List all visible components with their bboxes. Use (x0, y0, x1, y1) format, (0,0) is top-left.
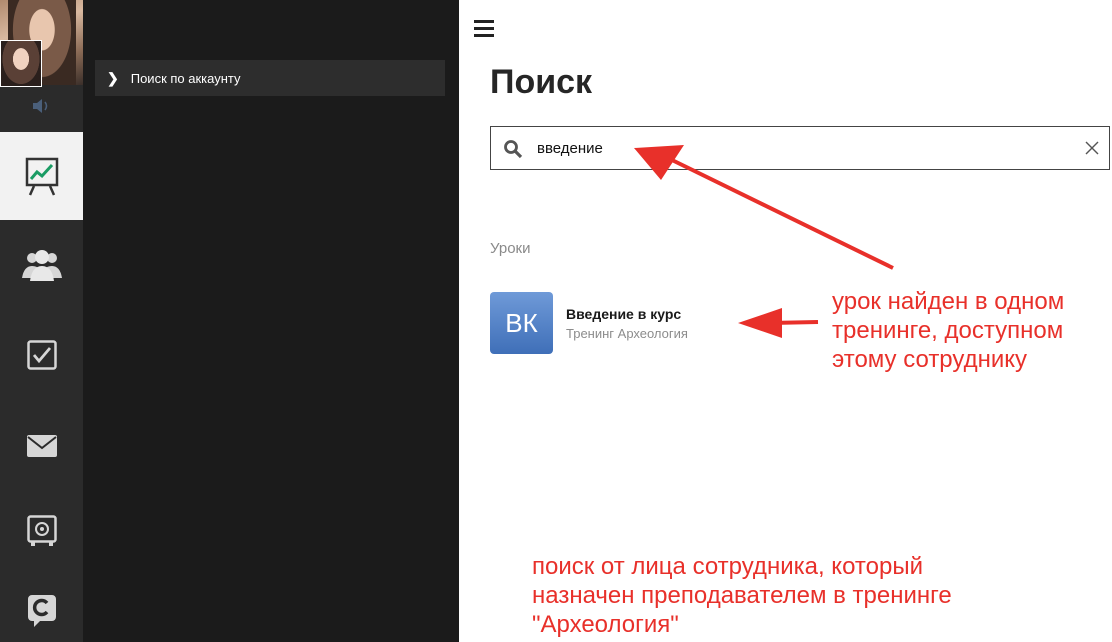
annotation-right: урок найден в одном тренинге, доступном … (832, 287, 1064, 374)
result-title[interactable]: Введение в курс (566, 306, 688, 322)
mail-icon[interactable] (0, 400, 83, 492)
users-icon[interactable] (0, 220, 83, 310)
nav-item-label: Поиск по аккаунту (130, 70, 241, 86)
section-label-lessons: Уроки (490, 240, 531, 257)
annotation-line: "Археология" (532, 611, 679, 638)
annotation-bottom: поиск от лица сотрудника, который назнач… (532, 552, 952, 639)
result-subtitle: Тренинг Археология (566, 325, 688, 341)
icon-rail (0, 0, 83, 642)
annotation-line: тренинге, доступном (832, 317, 1064, 344)
search-input[interactable] (537, 137, 1057, 159)
logo-c-icon[interactable] (0, 580, 83, 642)
search-box (490, 126, 1110, 170)
search-result-item[interactable]: ВК Введение в курс Тренинг Археология (490, 292, 688, 354)
safe-icon[interactable] (0, 492, 83, 570)
annotation-line: этому сотруднику (832, 346, 1028, 373)
nav-item-account-search[interactable]: ❯ Поиск по аккаунту (95, 60, 445, 96)
result-thumbnail: ВК (490, 292, 553, 354)
speaker-icon[interactable] (0, 88, 83, 124)
annotation-line: урок найден в одном (832, 288, 1065, 315)
presentation-chart-icon[interactable] (0, 132, 83, 220)
checkbox-icon[interactable] (0, 310, 83, 400)
clear-icon[interactable] (1083, 139, 1101, 162)
search-icon (503, 139, 523, 164)
page-title: Поиск (490, 63, 593, 101)
hamburger-menu-icon[interactable] (474, 20, 494, 37)
side-panel: ❯ Поиск по аккаунту (83, 0, 459, 642)
chevron-right-icon: ❯ (107, 69, 119, 86)
annotation-line: назначен преподавателем в тренинге (532, 582, 952, 609)
secondary-avatar[interactable] (0, 40, 42, 87)
annotation-line: поиск от лица сотрудника, который (532, 553, 923, 580)
